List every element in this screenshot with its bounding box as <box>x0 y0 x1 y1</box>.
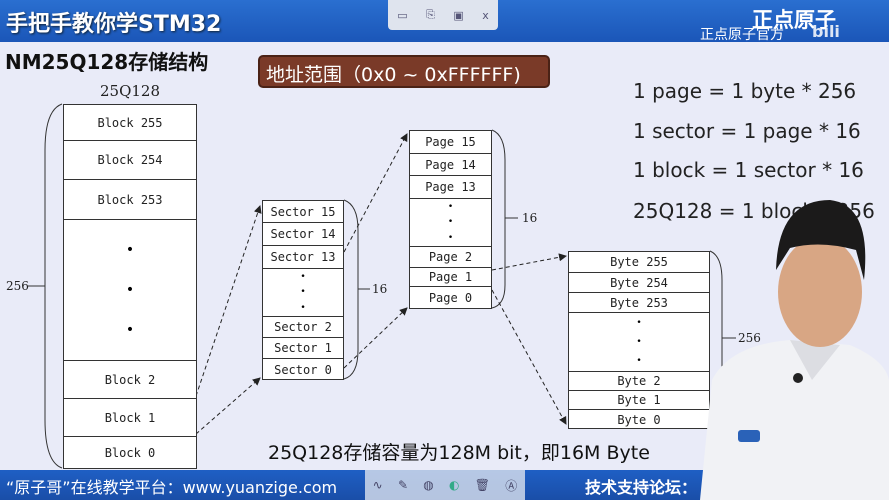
presenter-video <box>700 200 889 500</box>
color-icon[interactable]: ◐ <box>449 478 459 492</box>
marker-icon[interactable]: ✎ <box>398 478 408 492</box>
player-toolbar-bottom: ∿ ✎ ◍ ◐ 🗑 Ⓐ <box>365 470 525 500</box>
pen-icon[interactable]: ∿ <box>373 478 383 492</box>
text-icon[interactable]: Ⓐ <box>505 477 517 494</box>
trash-icon[interactable]: 🗑 <box>475 478 490 492</box>
eraser-icon[interactable]: ◍ <box>423 478 433 492</box>
